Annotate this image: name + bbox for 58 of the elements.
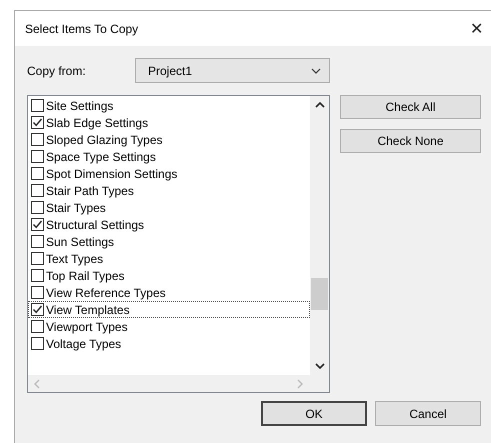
copy-from-label: Copy from: bbox=[27, 64, 87, 78]
list-item[interactable]: Voltage Types bbox=[28, 335, 310, 352]
checkbox[interactable] bbox=[31, 99, 44, 112]
list-item[interactable]: Site Settings bbox=[28, 97, 310, 114]
close-button[interactable]: ✕ bbox=[470, 18, 483, 38]
dialog-button[interactable]: OK bbox=[261, 401, 367, 426]
list-item[interactable]: Viewport Types bbox=[28, 318, 310, 335]
item-label: Space Type Settings bbox=[46, 150, 156, 164]
list-item[interactable]: Stair Types bbox=[28, 199, 310, 216]
item-label: Voltage Types bbox=[46, 336, 122, 350]
item-label: Top Rail Types bbox=[46, 268, 124, 282]
window-title: Select Items To Copy bbox=[25, 22, 138, 36]
item-label: View Reference Types bbox=[46, 286, 166, 300]
dialog-button[interactable]: Cancel bbox=[375, 401, 481, 426]
checkbox[interactable] bbox=[31, 150, 44, 163]
copy-from-dropdown[interactable]: Project1 bbox=[135, 58, 330, 83]
scroll-down-icon[interactable] bbox=[314, 363, 324, 369]
item-label: Sun Settings bbox=[46, 234, 114, 248]
side-button[interactable]: Check None bbox=[340, 129, 481, 153]
scroll-up-icon[interactable] bbox=[314, 102, 324, 108]
list-item[interactable]: View Templates bbox=[28, 301, 310, 318]
list-item[interactable]: Space Type Settings bbox=[28, 148, 310, 165]
checkbox[interactable] bbox=[31, 269, 44, 282]
scroll-thumb[interactable] bbox=[311, 278, 328, 310]
checkbox[interactable] bbox=[31, 286, 44, 299]
list-item[interactable]: View Reference Types bbox=[28, 284, 310, 301]
item-label: Structural Settings bbox=[46, 218, 144, 232]
item-label: Slab Edge Settings bbox=[46, 116, 148, 130]
side-button[interactable]: Check All bbox=[340, 95, 481, 119]
list-item[interactable]: Slab Edge Settings bbox=[28, 114, 310, 131]
list-item[interactable]: Sloped Glazing Types bbox=[28, 131, 310, 148]
list-item[interactable]: Sun Settings bbox=[28, 233, 310, 250]
item-label: View Templates bbox=[46, 302, 130, 316]
list-item[interactable]: Structural Settings bbox=[28, 216, 310, 233]
item-label: Viewport Types bbox=[46, 320, 128, 334]
checkbox[interactable] bbox=[31, 320, 44, 333]
checkbox[interactable] bbox=[31, 235, 44, 248]
checkbox[interactable] bbox=[31, 167, 44, 180]
list-item[interactable]: Top Rail Types bbox=[28, 267, 310, 284]
item-label: Stair Types bbox=[46, 200, 106, 214]
checkbox[interactable] bbox=[31, 184, 44, 197]
checkbox[interactable] bbox=[31, 116, 44, 129]
checkbox[interactable] bbox=[31, 337, 44, 350]
checkbox[interactable] bbox=[31, 252, 44, 265]
list-item[interactable]: Spot Dimension Settings bbox=[28, 165, 310, 182]
item-label: Site Settings bbox=[46, 98, 114, 112]
checkbox[interactable] bbox=[31, 133, 44, 146]
checkbox[interactable] bbox=[31, 218, 44, 231]
list-item[interactable]: Text Types bbox=[28, 250, 310, 267]
item-label: Stair Path Types bbox=[46, 184, 134, 198]
list-item[interactable]: Stair Path Types bbox=[28, 182, 310, 199]
caret-icon bbox=[311, 68, 321, 74]
item-label: Spot Dimension Settings bbox=[46, 166, 178, 180]
item-label: Text Types bbox=[46, 252, 104, 266]
checkbox[interactable] bbox=[31, 303, 44, 316]
vertical-scrollbar[interactable] bbox=[310, 96, 329, 375]
checkbox[interactable] bbox=[31, 201, 44, 214]
item-label: Sloped Glazing Types bbox=[46, 132, 163, 146]
